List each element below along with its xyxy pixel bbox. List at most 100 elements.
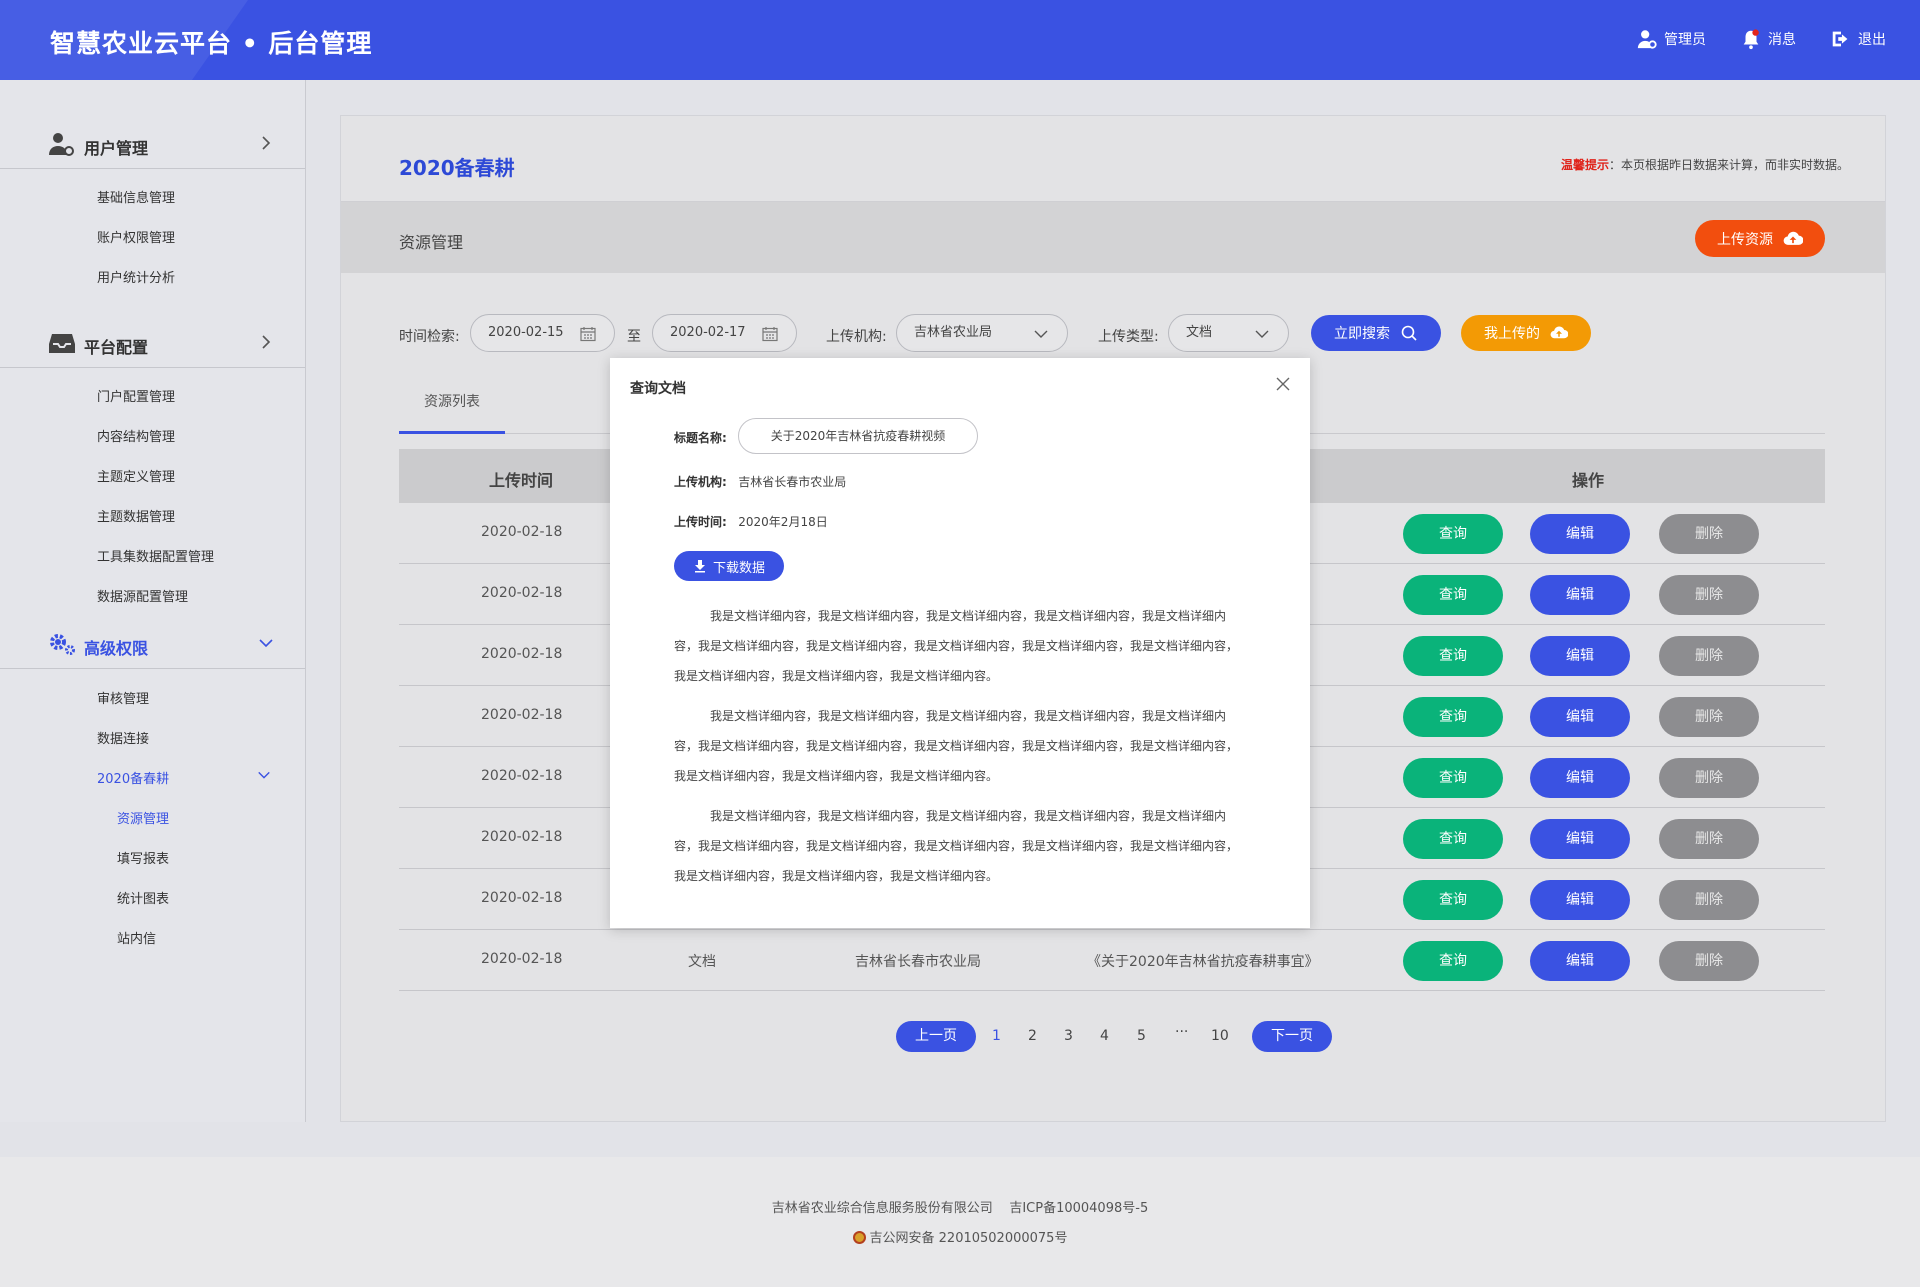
sidebar-group-label: 平台配置 — [84, 338, 149, 357]
chevron-down-icon — [258, 771, 270, 779]
query-button[interactable]: 查询 — [1403, 758, 1503, 798]
sidebar-subitem-charts[interactable]: 统计图表 — [117, 888, 169, 907]
cell-title: 《关于2020年吉林省抗疫春耕事宜》 — [1087, 954, 1319, 970]
sidebar-item-data-connection[interactable]: 数据连接 — [97, 728, 149, 747]
sidebar-item-user-stats[interactable]: 用户统计分析 — [97, 267, 175, 286]
document-paragraph: 我是文档详细内容，我是文档详细内容，我是文档详细内容，我是文档详细内容，我是文档… — [674, 809, 1239, 883]
sidebar-subitem-resource-management[interactable]: 资源管理 — [117, 808, 169, 827]
page-number[interactable]: 1 — [992, 1028, 1001, 1044]
delete-button[interactable]: 删除 — [1659, 941, 1759, 981]
page-number[interactable]: 4 — [1100, 1028, 1109, 1044]
edit-button[interactable]: 编辑 — [1530, 575, 1630, 615]
footer-company: 吉林省农业综合信息服务股份有限公司 — [771, 1201, 993, 1216]
page-number[interactable]: 2 — [1028, 1028, 1037, 1044]
search-icon — [1401, 325, 1417, 341]
query-button[interactable]: 查询 — [1403, 636, 1503, 676]
modal-title: 查询文档 — [630, 381, 686, 397]
time-filter-label: 时间检索: — [399, 329, 460, 345]
edit-button[interactable]: 编辑 — [1530, 636, 1630, 676]
modal-title-field[interactable]: 关于2020年吉林省抗疫春耕视频 — [738, 418, 978, 454]
top-header: 智慧农业云平台 • 后台管理 管理员 消息 退出 — [0, 0, 1920, 80]
chevron-right-icon — [262, 136, 271, 150]
prev-page-button[interactable]: 上一页 — [896, 1021, 976, 1052]
page-number[interactable]: 3 — [1064, 1028, 1073, 1044]
calendar-icon — [580, 327, 596, 342]
sidebar-item-account-permissions[interactable]: 账户权限管理 — [97, 227, 175, 246]
upload-resource-label: 上传资源 — [1717, 231, 1773, 248]
upload-resource-button[interactable]: 上传资源 — [1695, 220, 1825, 257]
notice-tip: 温馨提示：本页根据昨日数据来计算，而非实时数据。 — [1561, 156, 1849, 173]
sidebar-item-portal-config[interactable]: 门户配置管理 — [97, 386, 175, 405]
date-from-input[interactable]: 2020-02-15 — [470, 314, 615, 352]
download-data-label: 下载数据 — [712, 560, 765, 576]
cell-upload-time: 2020-02-18 — [481, 524, 563, 540]
delete-button[interactable]: 删除 — [1659, 880, 1759, 920]
logout-link[interactable]: 退出 — [1830, 28, 1886, 50]
query-button[interactable]: 查询 — [1403, 514, 1503, 554]
sidebar-item-datasource-config[interactable]: 数据源配置管理 — [97, 586, 188, 605]
chevron-down-icon — [1034, 330, 1048, 338]
document-paragraph: 我是文档详细内容，我是文档详细内容，我是文档详细内容，我是文档详细内容，我是文档… — [674, 709, 1239, 783]
delete-button[interactable]: 删除 — [1659, 514, 1759, 554]
query-button[interactable]: 查询 — [1403, 697, 1503, 737]
chevron-down-icon — [1255, 330, 1269, 338]
query-button[interactable]: 查询 — [1403, 941, 1503, 981]
edit-button[interactable]: 编辑 — [1530, 697, 1630, 737]
date-to-input[interactable]: 2020-02-17 — [652, 314, 797, 352]
sidebar-group-platform-config[interactable]: 平台配置 — [0, 322, 305, 368]
edit-button[interactable]: 编辑 — [1530, 880, 1630, 920]
sidebar-item-theme-data[interactable]: 主题数据管理 — [97, 506, 175, 525]
sidebar-item-basic-info[interactable]: 基础信息管理 — [97, 187, 175, 206]
footer-police[interactable]: 吉公网安备 22010502000075号 — [870, 1231, 1068, 1246]
tab-resource-list[interactable]: 资源列表 — [399, 378, 505, 434]
search-button[interactable]: 立即搜索 — [1311, 315, 1441, 351]
edit-button[interactable]: 编辑 — [1530, 514, 1630, 554]
messages-link[interactable]: 消息 — [1740, 28, 1796, 50]
modal-org-row: 上传机构: 吉林省长春市农业局 — [674, 473, 846, 490]
page-number[interactable]: 5 — [1137, 1028, 1146, 1044]
sidebar-group-advanced-permissions[interactable]: 高级权限 — [0, 623, 305, 669]
sidebar-item-label: 2020备春耕 — [97, 772, 170, 787]
sidebar-item-spring-plowing[interactable]: 2020备春耕 — [97, 768, 270, 787]
admin-link[interactable]: 管理员 — [1636, 28, 1706, 50]
sidebar-group-user-management[interactable]: 用户管理 — [0, 123, 305, 169]
delete-button[interactable]: 删除 — [1659, 758, 1759, 798]
query-button[interactable]: 查询 — [1403, 575, 1503, 615]
sidebar-item-toolset-config[interactable]: 工具集数据配置管理 — [97, 546, 214, 565]
chevron-down-icon — [259, 639, 273, 648]
inbox-icon — [49, 334, 75, 353]
query-button[interactable]: 查询 — [1403, 819, 1503, 859]
edit-button[interactable]: 编辑 — [1530, 819, 1630, 859]
my-uploads-button[interactable]: 我上传的 — [1461, 315, 1591, 351]
edit-button[interactable]: 编辑 — [1530, 758, 1630, 798]
download-data-button[interactable]: 下载数据 — [674, 551, 784, 581]
org-select[interactable]: 吉林省农业局 — [896, 314, 1068, 352]
type-select[interactable]: 文档 — [1168, 314, 1289, 352]
header-nav: 管理员 消息 退出 — [1636, 28, 1886, 50]
delete-button[interactable]: 删除 — [1659, 697, 1759, 737]
sidebar-subitem-inbox[interactable]: 站内信 — [117, 928, 156, 947]
cloud-upload-icon — [1550, 326, 1568, 339]
modal-org-label: 上传机构: — [674, 475, 727, 489]
org-filter-label: 上传机构: — [826, 329, 887, 345]
delete-button[interactable]: 删除 — [1659, 819, 1759, 859]
delete-button[interactable]: 删除 — [1659, 636, 1759, 676]
sidebar-subitem-fill-report[interactable]: 填写报表 — [117, 848, 169, 867]
sidebar-item-theme-definition[interactable]: 主题定义管理 — [97, 466, 175, 485]
sidebar-item-audit[interactable]: 审核管理 — [97, 688, 149, 707]
query-button[interactable]: 查询 — [1403, 880, 1503, 920]
modal-time-label: 上传时间: — [674, 515, 727, 529]
cell-upload-time: 2020-02-18 — [481, 890, 563, 906]
edit-button[interactable]: 编辑 — [1530, 941, 1630, 981]
section-title: 资源管理 — [399, 233, 464, 252]
delete-button[interactable]: 删除 — [1659, 575, 1759, 615]
close-icon[interactable] — [1275, 376, 1291, 392]
cell-org: 吉林省长春市农业局 — [855, 954, 981, 970]
app-title: 智慧农业云平台 • 后台管理 — [50, 29, 373, 58]
sidebar-item-content-structure[interactable]: 内容结构管理 — [97, 426, 175, 445]
calendar-icon — [762, 327, 778, 342]
next-page-button[interactable]: 下一页 — [1252, 1021, 1332, 1052]
footer-icp[interactable]: 吉ICP备10004098号-5 — [1009, 1201, 1148, 1216]
page-number[interactable]: 10 — [1211, 1028, 1229, 1044]
user-gear-icon — [1637, 30, 1657, 49]
